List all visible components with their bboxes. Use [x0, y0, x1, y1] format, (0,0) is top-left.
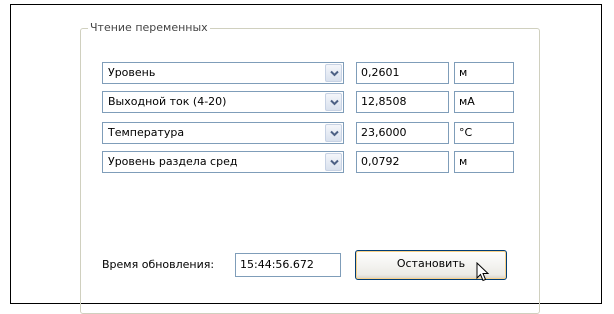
- chevron-down-icon: [330, 130, 339, 137]
- chevron-down-icon: [330, 99, 339, 106]
- variable-select-value: Уровень: [108, 66, 156, 79]
- value-field-1[interactable]: 0,2601: [356, 62, 449, 84]
- variable-select-2[interactable]: Выходной ток (4-20): [102, 91, 344, 113]
- value-field-3[interactable]: 23,6000: [356, 122, 449, 144]
- chevron-down-icon: [330, 159, 339, 166]
- dropdown-button[interactable]: [325, 124, 342, 142]
- unit-text: м: [459, 155, 468, 168]
- update-time-label: Время обновления:: [102, 258, 215, 271]
- unit-field-1[interactable]: м: [454, 62, 514, 84]
- value-text: 12,8508: [361, 95, 407, 108]
- variable-select-3[interactable]: Температура: [102, 122, 344, 144]
- mouse-pointer-icon: [476, 262, 490, 282]
- unit-field-4[interactable]: м: [454, 151, 514, 173]
- value-text: 0,0792: [361, 155, 400, 168]
- variable-select-value: Температура: [108, 126, 185, 139]
- variable-select-value: Уровень раздела сред: [108, 155, 238, 168]
- value-field-4[interactable]: 0,0792: [356, 151, 449, 173]
- value-field-2[interactable]: 12,8508: [356, 91, 449, 113]
- dropdown-button[interactable]: [325, 153, 342, 171]
- update-time-value: 15:44:56.672: [240, 258, 314, 271]
- groupbox-title: Чтение переменных: [88, 21, 210, 35]
- dropdown-button[interactable]: [325, 93, 342, 111]
- unit-text: мА: [459, 95, 475, 108]
- unit-text: °C: [459, 126, 473, 139]
- variable-select-4[interactable]: Уровень раздела сред: [102, 151, 344, 173]
- chevron-down-icon: [330, 70, 339, 77]
- value-text: 23,6000: [361, 126, 407, 139]
- unit-field-3[interactable]: °C: [454, 122, 514, 144]
- unit-field-2[interactable]: мА: [454, 91, 514, 113]
- update-time-field[interactable]: 15:44:56.672: [235, 253, 341, 277]
- unit-text: м: [459, 66, 468, 79]
- variable-select-value: Выходной ток (4-20): [108, 95, 227, 108]
- value-text: 0,2601: [361, 66, 400, 79]
- dropdown-button[interactable]: [325, 64, 342, 82]
- variable-select-1[interactable]: Уровень: [102, 62, 344, 84]
